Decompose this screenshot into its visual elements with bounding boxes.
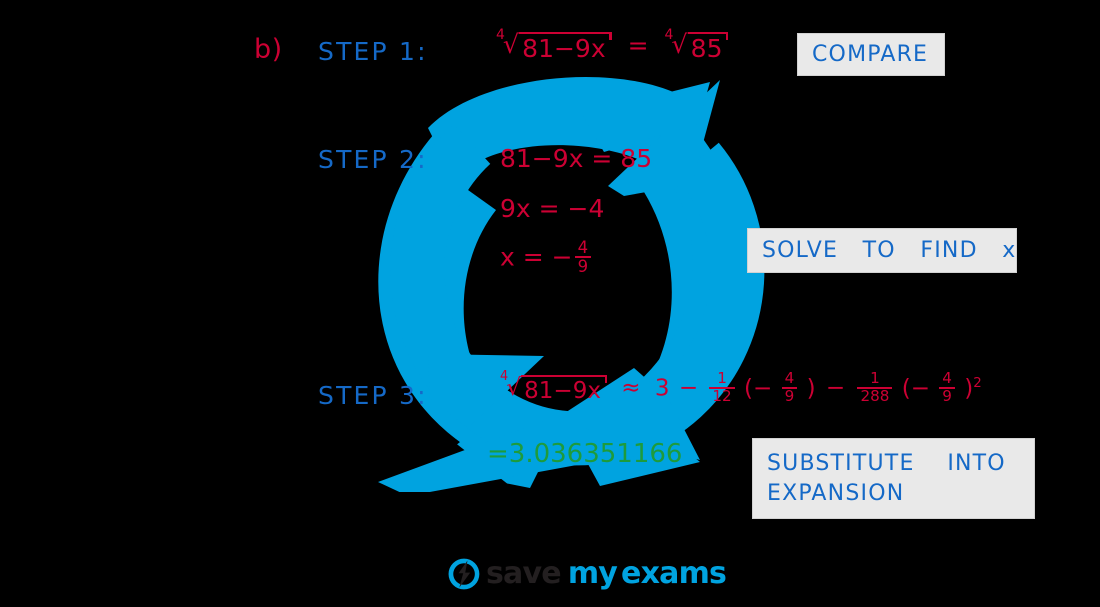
step-2-line-3: x = −4 9 [500,239,593,277]
step-3-result: =3.036351166 [487,439,683,469]
lightning-bolt-circle-icon [448,558,480,589]
fraction-one-288th: 1 288 [857,370,893,405]
logo-word-save: save [486,556,562,591]
step-3-minus-1: − [678,375,699,402]
logo-word-exams: exams [621,556,727,591]
cycle-ring-overlay [368,68,772,492]
fraction-four-ninths-a: 49 [781,370,798,405]
step-3-label: STEP 3: [318,381,428,410]
callout-substitute: SUBSTITUTE INTO EXPANSION [752,438,1035,519]
step-2-line-1: 81−9x = 85 [500,144,653,173]
step-3-minus-2: − [825,375,846,402]
fourth-root-step3: 4 √ 81−9x [500,370,607,403]
logo-word-my: my [567,556,618,591]
step-3-equation: 4 √ 81−9x ≈ 3 − 1 12 (− 49 ) − 1 288 (− 49 )… [500,370,982,406]
worked-example-figure: b) STEP 1: 4 √ 81−9x = 4 √ 85 COMPARE STEP 2… [0,0,1100,607]
step-2-line-3-lead: x = − [500,242,573,272]
fraction-four-ninths-b: 49 [939,370,955,405]
step-3-paren-close-2: ) [964,375,974,402]
step-2-line-2: 9x = −4 [500,194,605,223]
step-3-exponent: 2 [973,375,982,391]
step-3-paren-close-1: ) [806,375,816,402]
step-3-relation: ≈ [621,375,641,402]
callout-solve: SOLVE TO FIND x [747,228,1017,273]
step-1-label: STEP 1: [318,37,428,66]
fraction-one-twelfth: 1 12 [709,370,735,405]
step-1-relation: = [627,31,649,61]
step-1-equation: 4 √ 81−9x = 4 √ 85 [496,28,729,62]
save-my-exams-logo: save my exams [447,556,727,591]
step-3-paren-open-2: (− [901,375,930,402]
callout-compare: COMPARE [797,33,945,76]
step-3-paren-open-1: (− [744,375,773,402]
part-label: b) [254,34,283,65]
fourth-root-right: 4 √ 85 [665,28,729,62]
step-2-label: STEP 2: [318,145,428,174]
step-3-term-1: 3 [654,375,670,402]
fraction-four-ninths: 49 [574,239,592,276]
fourth-root-left: 4 √ 81−9x [496,28,613,62]
